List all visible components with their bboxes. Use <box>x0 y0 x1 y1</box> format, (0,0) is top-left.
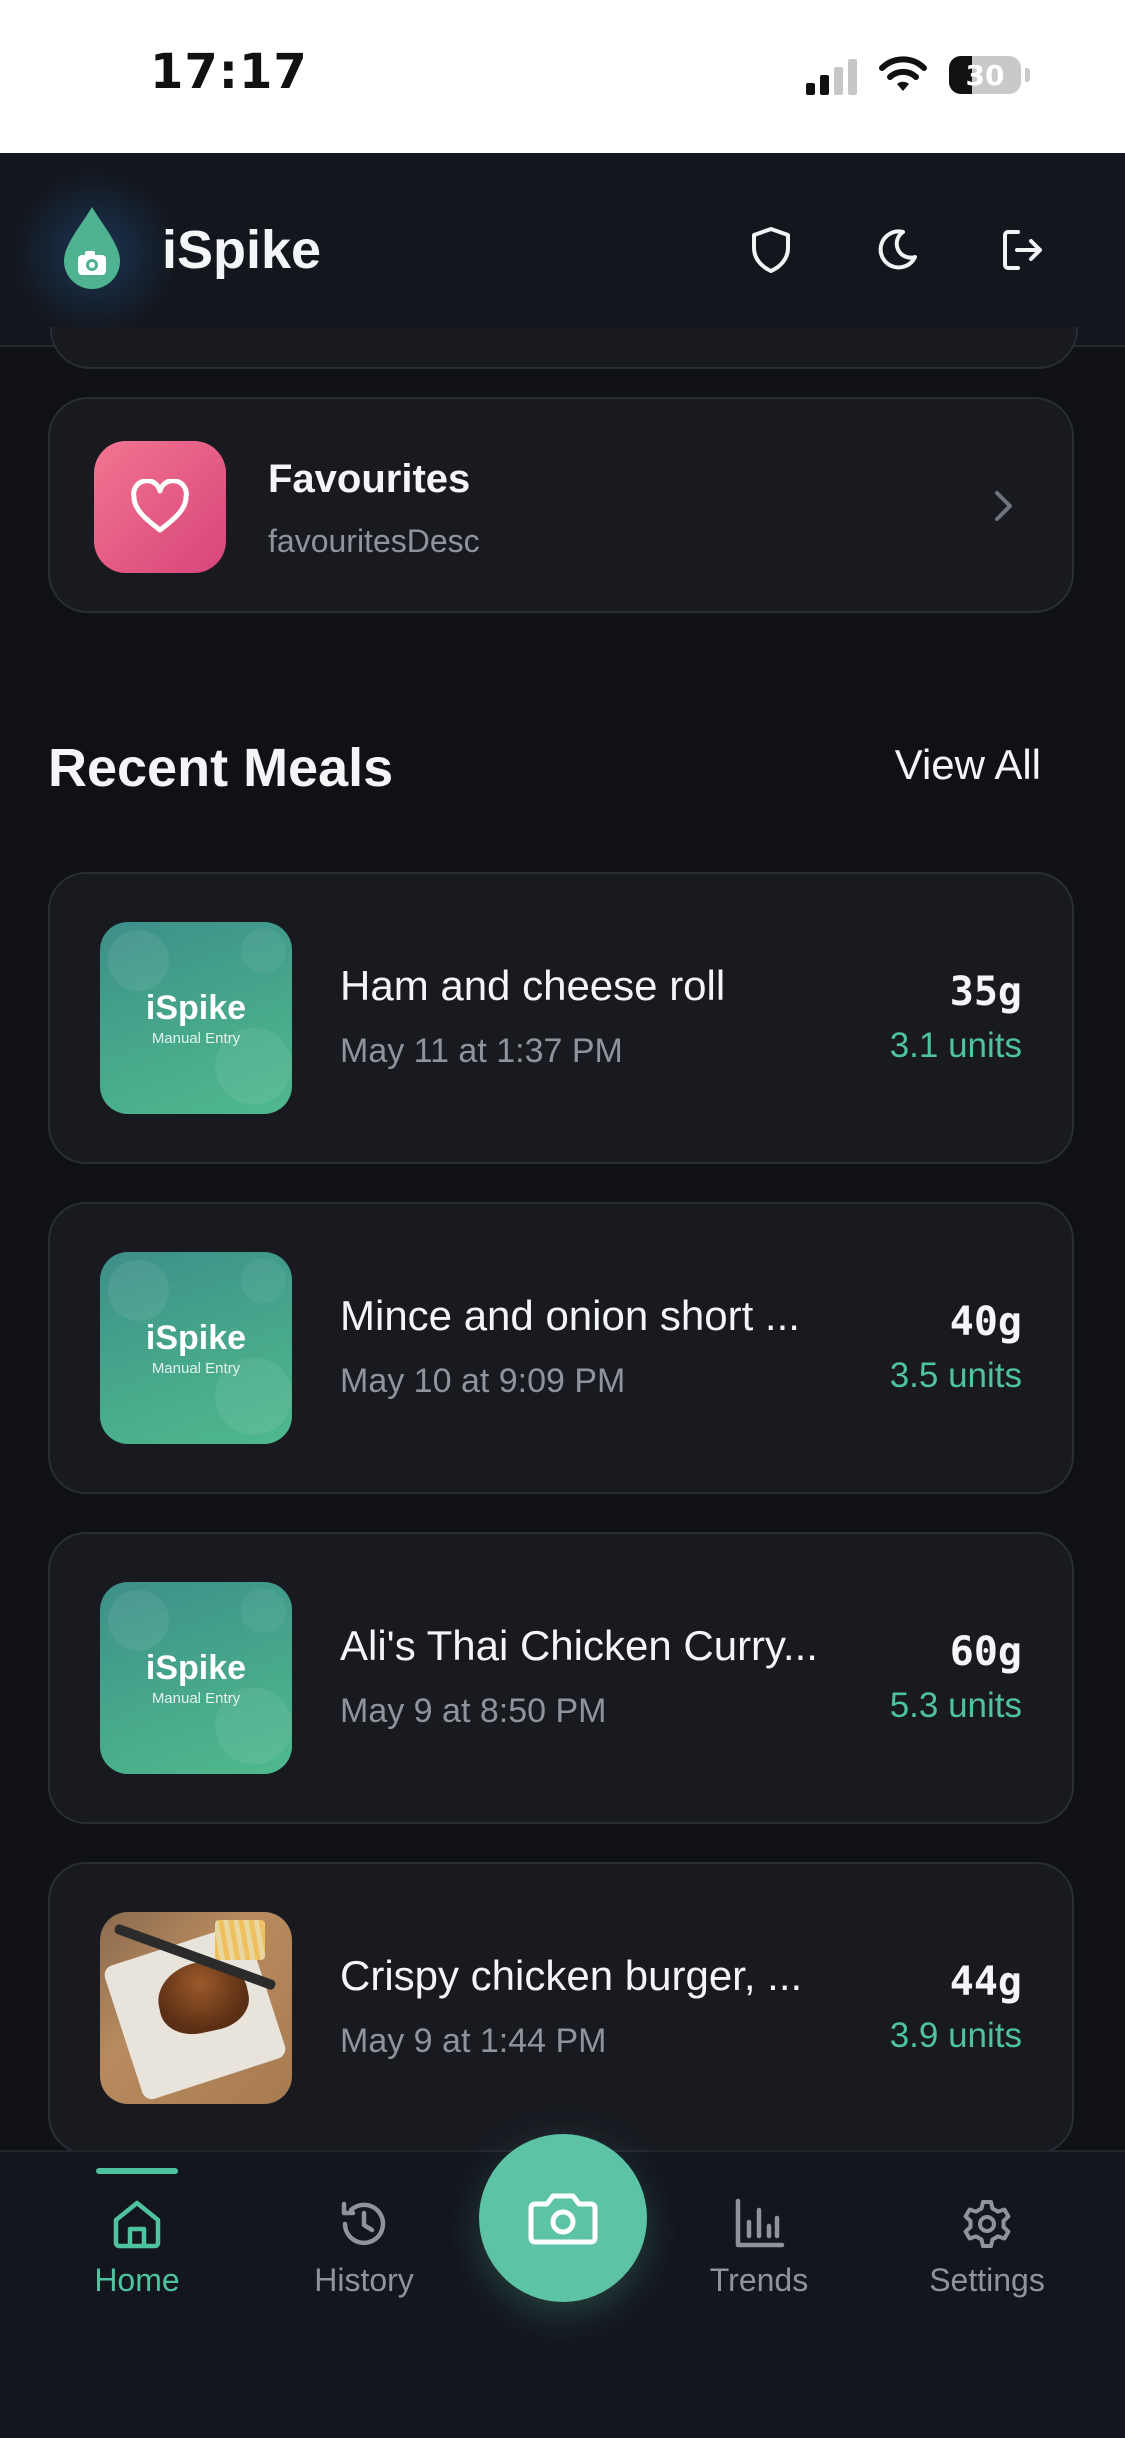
moon-icon <box>878 229 917 270</box>
heart-icon <box>131 479 189 533</box>
meal-thumbnail: iSpike Manual Entry <box>100 922 292 1114</box>
meal-units: 3.5 units <box>889 1356 1022 1395</box>
thumbnail-subtitle: Manual Entry <box>151 1030 241 1047</box>
logout-icon <box>1003 230 1042 270</box>
nav-history-label: History <box>314 2262 414 2298</box>
history-icon <box>341 2201 386 2246</box>
meal-carbs: 40g <box>949 1299 1022 1345</box>
meal-carbs: 35g <box>949 969 1022 1015</box>
favourites-card[interactable]: Favourites favouritesDesc <box>48 397 1074 613</box>
nav-history[interactable]: History <box>289 2196 439 2299</box>
meal-card[interactable]: iSpike Manual Entry Ali's Thai Chicken C… <box>48 1532 1074 1824</box>
nav-home[interactable]: Home <box>62 2168 212 2299</box>
status-icons: 30 <box>806 52 1030 98</box>
theme-toggle-button[interactable] <box>868 221 926 279</box>
app-header: iSpike <box>0 153 1125 347</box>
meal-date: May 9 at 1:44 PM <box>340 2022 607 2060</box>
meal-carbs: 44g <box>949 1959 1022 2005</box>
meal-thumbnail: iSpike Manual Entry <box>100 1582 292 1774</box>
chevron-right-icon <box>995 491 1012 521</box>
meal-card[interactable]: iSpike Manual Entry Mince and onion shor… <box>48 1202 1074 1494</box>
shield-icon <box>752 227 790 273</box>
meal-carbs: 60g <box>949 1629 1022 1675</box>
logo-icon <box>64 207 120 289</box>
view-all-link[interactable]: View All <box>895 741 1041 789</box>
battery-level: 30 <box>965 58 1005 92</box>
nav-home-label: Home <box>94 2262 180 2298</box>
thumbnail-brand: iSpike <box>145 1649 247 1687</box>
trends-icon <box>735 2198 785 2248</box>
home-icon <box>113 2200 161 2249</box>
meal-name: Mince and onion short ... <box>340 1292 800 1339</box>
previous-card-edge <box>50 327 1078 369</box>
meal-name: Crispy chicken burger, ... <box>340 1952 803 1999</box>
favourites-title: Favourites <box>268 457 471 501</box>
status-bar: 17:17 30 <box>0 0 1125 153</box>
meal-units: 5.3 units <box>889 1686 1022 1725</box>
thumbnail-subtitle: Manual Entry <box>151 1690 241 1707</box>
nav-settings-label: Settings <box>929 2262 1045 2298</box>
status-time: 17:17 <box>150 44 308 100</box>
wifi-icon <box>879 56 927 91</box>
camera-icon <box>528 2193 598 2245</box>
meal-card[interactable]: Crispy chicken burger, ... May 9 at 1:44… <box>48 1862 1074 2154</box>
meal-name: Ham and cheese roll <box>340 962 726 1009</box>
meal-date: May 11 at 1:37 PM <box>340 1032 623 1070</box>
privacy-button[interactable] <box>742 221 800 279</box>
battery-icon: 30 <box>949 56 1021 94</box>
nav-settings[interactable]: Settings <box>912 2196 1062 2299</box>
active-tab-indicator <box>96 2168 178 2174</box>
favourites-description: favouritesDesc <box>268 523 480 559</box>
thumbnail-subtitle: Manual Entry <box>151 1360 241 1377</box>
recent-meals-title: Recent Meals <box>48 738 394 798</box>
camera-button[interactable] <box>479 2134 647 2302</box>
app-title: iSpike <box>162 220 322 280</box>
nav-trends-label: Trends <box>709 2262 809 2298</box>
meal-name: Ali's Thai Chicken Curry... <box>340 1622 818 1669</box>
favourites-icon-tile <box>94 441 226 573</box>
nav-trends[interactable]: Trends <box>684 2196 834 2299</box>
meal-card[interactable]: iSpike Manual Entry Ham and cheese roll … <box>48 872 1074 1164</box>
signal-icon <box>806 55 857 95</box>
meal-thumbnail: iSpike Manual Entry <box>100 1252 292 1444</box>
thumbnail-brand: iSpike <box>145 989 247 1027</box>
meal-units: 3.1 units <box>889 1026 1022 1065</box>
meal-date: May 9 at 8:50 PM <box>340 1692 607 1730</box>
settings-icon <box>963 2200 1011 2248</box>
meal-photo <box>100 1912 292 2104</box>
thumbnail-brand: iSpike <box>145 1319 247 1357</box>
logout-button[interactable] <box>994 221 1052 279</box>
meal-date: May 10 at 9:09 PM <box>340 1362 626 1400</box>
meal-units: 3.9 units <box>889 2016 1022 2055</box>
